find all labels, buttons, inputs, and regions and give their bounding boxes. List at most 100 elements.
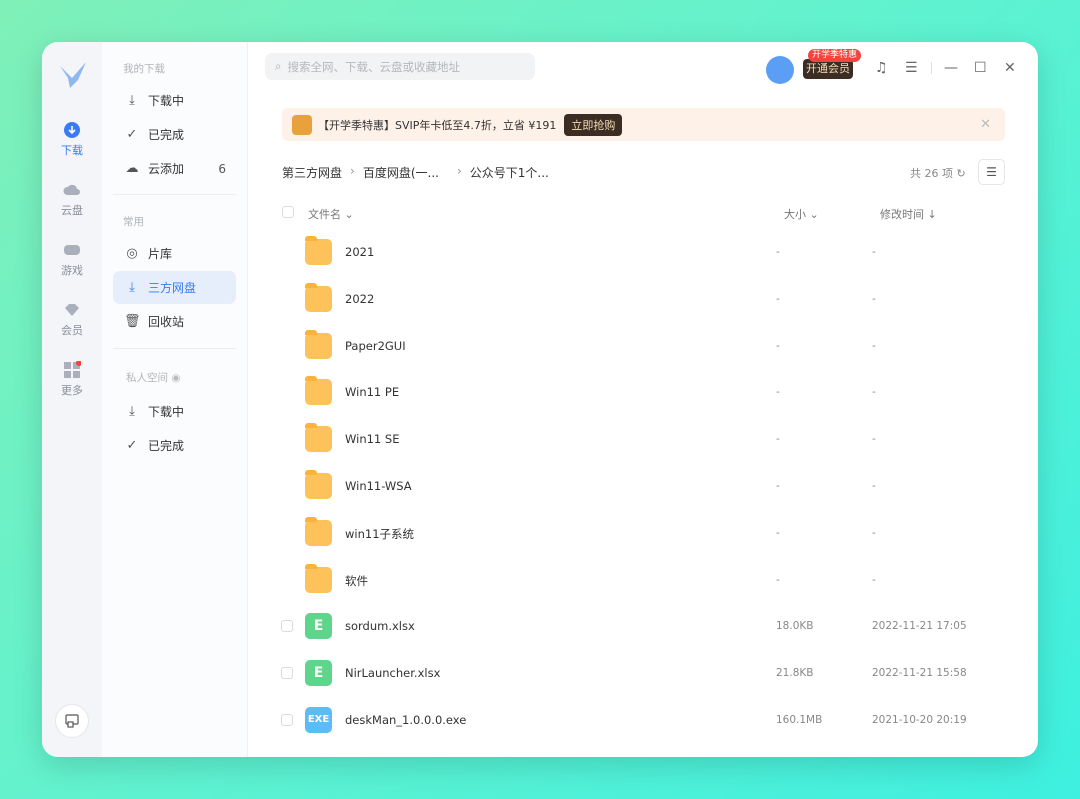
nav-item-mine-0[interactable]: ⤓ 下载中	[113, 84, 236, 117]
file-row[interactable]: Paper2GUI - -	[248, 323, 1038, 369]
file-name[interactable]: 软件	[345, 573, 368, 589]
file-row[interactable]: Esordum.xlsx 18.0KB 2022-11-21 17:05	[248, 603, 1038, 649]
file-time: -	[872, 480, 876, 492]
row-checkbox[interactable]	[281, 714, 293, 726]
item-count: 共 26 项 ↻	[910, 165, 966, 181]
file-size: -	[776, 433, 780, 446]
nav-item-mine-1[interactable]: ✓ 已完成	[113, 118, 236, 151]
rail-item-2[interactable]: 游戏	[42, 241, 102, 278]
vip-button[interactable]: 开通会员	[803, 59, 853, 79]
breadcrumb-item[interactable]: 第三方网盘	[282, 164, 342, 181]
check-lock-icon: ✓	[126, 437, 138, 453]
nav-item-count: 6	[218, 161, 226, 176]
divider	[113, 194, 236, 195]
eye-icon[interactable]: ◉	[171, 372, 180, 384]
file-name[interactable]: Win11 SE	[345, 432, 399, 446]
file-row[interactable]: Win11 PE - -	[248, 369, 1038, 415]
search-icon: ⌕	[275, 59, 282, 73]
app-window: 下载 云盘 游戏 会员 更多 我的下载 ⤓ 下载中 ✓ 已完成 ☁ 云添加 6 常用 ◎ 片库 ⤓ 三方网…	[42, 42, 1038, 757]
refresh-icon[interactable]: ↻	[957, 167, 966, 180]
file-row[interactable]: 2022 - -	[248, 276, 1038, 322]
column-time-label: 修改时间	[880, 208, 924, 221]
breadcrumb-item: 公众号下1个...	[469, 166, 549, 180]
row-checkbox[interactable]	[281, 667, 293, 680]
breadcrumb-item[interactable]: 百度网盘(一...	[363, 164, 439, 181]
close-button[interactable]: ✕	[1004, 60, 1016, 76]
file-name[interactable]: 2022	[345, 292, 374, 306]
file-time: -	[872, 246, 876, 258]
promo-text: 【开学季特惠】SVIP年卡低至4.7折，立省 ¥191	[318, 118, 557, 132]
sort-button[interactable]: ☰	[978, 159, 1005, 185]
select-all-checkbox[interactable]	[282, 206, 294, 218]
support-icon[interactable]: ♫	[875, 60, 888, 76]
rail-item-0[interactable]: 下载	[42, 121, 102, 158]
mini-window-button[interactable]	[55, 704, 89, 738]
file-name[interactable]: deskMan_1.0.0.0.exe	[345, 713, 466, 727]
folder-icon	[305, 563, 332, 593]
left-rail: 下载云盘游戏会员更多	[42, 42, 102, 757]
maximize-button[interactable]: ☐	[974, 60, 987, 76]
exe-file-icon: EXE	[305, 707, 332, 733]
nav-item-private-1[interactable]: ✓ 已完成	[113, 429, 236, 462]
file-row[interactable]: Win11 SE - -	[248, 416, 1038, 462]
avatar[interactable]	[766, 56, 794, 84]
rail-item-label: 下载	[61, 144, 83, 157]
file-row[interactable]: Win11-WSA - -	[248, 463, 1038, 509]
chevron-right-icon: ›	[456, 164, 462, 178]
rail-item-label: 更多	[61, 384, 83, 397]
close-banner-icon[interactable]: ✕	[980, 117, 991, 132]
file-size: 18.0KB	[776, 620, 814, 633]
app-logo-icon	[60, 62, 86, 88]
nav-item-label: 三方网盘	[148, 281, 197, 295]
nav-item-mine-2[interactable]: ☁ 云添加 6	[113, 152, 236, 185]
breadcrumb: 第三方网盘 › 百度网盘(一... › 公众号下1个...	[282, 164, 549, 181]
xlsx-file-icon: E	[305, 613, 332, 640]
divider	[931, 62, 932, 74]
file-size: 21.8KB	[776, 667, 814, 680]
nav-item-private-0[interactable]: ⤓ 下载中	[113, 395, 236, 428]
xlsx-file-icon: E	[305, 660, 332, 687]
download-icon	[64, 122, 80, 138]
file-name[interactable]: 2021	[345, 245, 374, 259]
file-size: -	[776, 526, 780, 539]
file-name[interactable]: Paper2GUI	[345, 339, 406, 353]
file-name[interactable]: sordum.xlsx	[345, 619, 415, 633]
file-name[interactable]: win11子系统	[345, 526, 414, 542]
rail-item-1[interactable]: 云盘	[42, 181, 102, 218]
file-time: -	[872, 386, 876, 399]
menu-icon[interactable]: ☰	[905, 60, 918, 76]
file-size: -	[776, 292, 780, 305]
nav-item-common-1[interactable]: ⤓ 三方网盘	[113, 271, 236, 304]
rail-item-3[interactable]: 会员	[42, 301, 102, 338]
column-name[interactable]: 文件名 ⌄	[308, 206, 354, 222]
column-size-label: 大小	[784, 208, 806, 221]
nav-item-label: 片库	[148, 247, 173, 261]
file-row[interactable]: win11子系统 - -	[248, 510, 1038, 556]
row-checkbox[interactable]	[281, 620, 293, 633]
file-row[interactable]: E NirLauncher.xlsx 21.8KB 2022-11-21 15:58	[248, 650, 1038, 696]
file-row[interactable]: EXE deskMan_1.0.0.0.exe 160.1MB 2021-10-20 …	[248, 697, 1038, 743]
file-time: -	[872, 339, 876, 352]
column-size[interactable]: 大小 ⌄	[784, 206, 819, 222]
file-name[interactable]: Win11-WSA	[345, 479, 412, 493]
file-time: 2021-10-20 20:19	[872, 714, 967, 726]
nav-item-label: 下载中	[148, 94, 185, 108]
rail-item-4[interactable]: 更多	[42, 361, 102, 398]
minimize-button[interactable]: —	[944, 60, 958, 76]
buy-now-button[interactable]: 立即抢购	[564, 113, 623, 136]
section-private: 私人空间 ◉	[126, 370, 181, 385]
folder-icon	[305, 282, 332, 312]
file-name[interactable]: Win11 PE	[345, 385, 399, 399]
search-input[interactable]: ⌕ 搜索全网、下载、云盘或收藏地址	[265, 53, 535, 80]
file-size: -	[776, 246, 780, 258]
chevron-right-icon: ›	[350, 164, 355, 178]
nav-item-label: 回收站	[148, 315, 185, 329]
column-time[interactable]: 修改时间 ↓	[880, 206, 937, 222]
download-lock-icon: ⤓	[129, 403, 135, 419]
file-row[interactable]: 软件 - -	[248, 557, 1038, 603]
file-row[interactable]: 2021 - -	[248, 229, 1038, 275]
main-content: ⌕ 搜索全网、下载、云盘或收藏地址 开通会员 开学季特惠 ♫ ☰ — ☐ ✕ 【开…	[248, 42, 1038, 757]
nav-item-common-2[interactable]: 🗑 回收站	[113, 305, 236, 338]
file-name[interactable]: NirLauncher.xlsx	[345, 666, 440, 680]
nav-item-common-0[interactable]: ◎ 片库	[113, 237, 236, 270]
